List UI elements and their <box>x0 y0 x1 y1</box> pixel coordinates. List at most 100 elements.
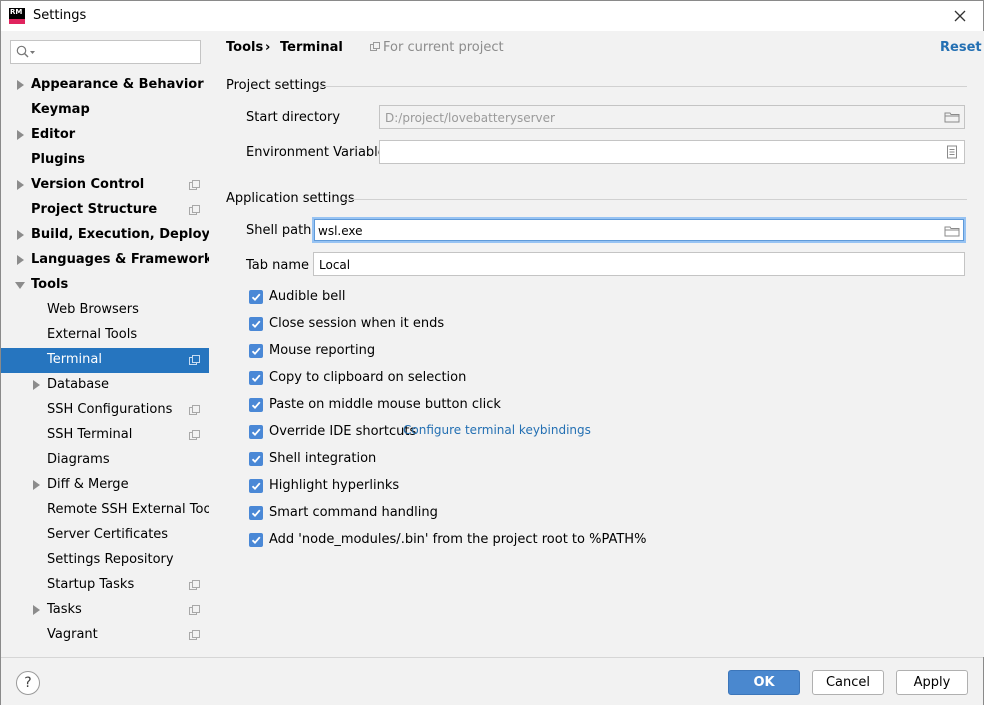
sidebar-item-keymap[interactable]: Keymap <box>1 98 209 123</box>
environment-variables-field[interactable] <box>379 140 965 164</box>
checkbox[interactable] <box>249 344 263 358</box>
tab-name-field[interactable] <box>313 252 965 276</box>
checkbox[interactable] <box>249 317 263 331</box>
project-scope-icon <box>370 42 380 52</box>
document-icon[interactable] <box>944 145 960 159</box>
checkbox[interactable] <box>249 425 263 439</box>
checkbox[interactable] <box>249 452 263 466</box>
sidebar-item-appearance-behavior[interactable]: Appearance & Behavior <box>1 73 209 98</box>
chevron-right-icon[interactable] <box>33 605 40 615</box>
sidebar-item-build-execution-deployment[interactable]: Build, Execution, Deployment <box>1 223 248 248</box>
sidebar-item-version-control[interactable]: Version Control <box>1 173 209 198</box>
chevron-right-icon[interactable] <box>17 230 24 240</box>
dialog-footer: ? OK Cancel Apply <box>1 657 983 705</box>
chevron-right-icon[interactable] <box>33 380 40 390</box>
project-scope-icon <box>189 630 200 641</box>
environment-variables-input[interactable] <box>385 144 925 161</box>
checkbox-label[interactable]: Highlight hyperlinks <box>269 478 399 493</box>
folder-icon[interactable] <box>944 110 960 124</box>
checkbox-label[interactable]: Close session when it ends <box>269 316 444 331</box>
chevron-right-icon[interactable] <box>17 180 24 190</box>
chevron-down-icon[interactable] <box>15 282 25 289</box>
shell-path-field[interactable] <box>312 217 966 243</box>
chevron-right-icon[interactable] <box>17 255 24 265</box>
cancel-button[interactable]: Cancel <box>812 670 884 695</box>
sidebar-item-diagrams[interactable]: Diagrams <box>1 448 209 473</box>
section-divider <box>342 199 967 200</box>
search-box[interactable] <box>10 40 201 64</box>
shell-path-label: Shell path <box>246 223 312 238</box>
chevron-right-icon[interactable] <box>33 480 40 490</box>
tab-name-input[interactable] <box>319 256 859 273</box>
checkbox[interactable] <box>249 290 263 304</box>
checkmark-icon <box>251 509 261 518</box>
sidebar-item-terminal[interactable]: Terminal <box>1 348 209 373</box>
ok-button[interactable]: OK <box>728 670 800 695</box>
sidebar-item-ssh-terminal[interactable]: SSH Terminal <box>1 423 209 448</box>
project-scope-icon <box>189 430 200 441</box>
sidebar-item-label: Remote SSH External Tools <box>47 502 222 517</box>
sidebar-item-tasks[interactable]: Tasks <box>1 598 209 623</box>
checkbox-row: Smart command handling <box>249 505 949 523</box>
sidebar-item-web-browsers[interactable]: Web Browsers <box>1 298 209 323</box>
sidebar-item-remote-ssh-external-tools[interactable]: Remote SSH External Tools <box>1 498 222 523</box>
checkbox[interactable] <box>249 479 263 493</box>
search-input[interactable] <box>41 43 191 61</box>
sidebar-item-label: Keymap <box>31 102 90 117</box>
app-logo-icon: RM <box>9 8 25 24</box>
checkmark-icon <box>251 374 261 383</box>
checkbox-label[interactable]: Override IDE shortcuts <box>269 424 416 439</box>
reset-link[interactable]: Reset <box>940 40 982 55</box>
sidebar-item-editor[interactable]: Editor <box>1 123 209 148</box>
help-button[interactable]: ? <box>16 671 40 695</box>
configure-keybindings-link[interactable]: Configure terminal keybindings <box>403 423 591 437</box>
chevron-right-icon[interactable] <box>17 130 24 140</box>
sidebar-item-ssh-configurations[interactable]: SSH Configurations <box>1 398 209 423</box>
sidebar-item-diff-merge[interactable]: Diff & Merge <box>1 473 209 498</box>
checkbox-label[interactable]: Add 'node_modules/.bin' from the project… <box>269 532 646 547</box>
sidebar-item-database[interactable]: Database <box>1 373 209 398</box>
checkbox-label[interactable]: Smart command handling <box>269 505 438 520</box>
environment-variables-label: Environment Variables <box>246 145 393 160</box>
sidebar-item-settings-repository[interactable]: Settings Repository <box>1 548 209 573</box>
start-directory-input[interactable] <box>385 109 925 126</box>
sidebar-item-label: Plugins <box>31 152 85 167</box>
sidebar-item-label: External Tools <box>47 327 138 342</box>
breadcrumb-current: Terminal <box>280 40 343 55</box>
sidebar-item-startup-tasks[interactable]: Startup Tasks <box>1 573 209 598</box>
folder-icon[interactable] <box>944 224 960 238</box>
checkbox[interactable] <box>249 398 263 412</box>
sidebar-item-plugins[interactable]: Plugins <box>1 148 209 173</box>
checkbox-row: Audible bell <box>249 289 949 307</box>
breadcrumb-parent[interactable]: Tools <box>226 40 263 55</box>
checkbox-label[interactable]: Copy to clipboard on selection <box>269 370 466 385</box>
chevron-right-icon[interactable] <box>17 80 24 90</box>
sidebar-item-label: Editor <box>31 127 76 142</box>
breadcrumb-separator: › <box>265 40 271 55</box>
shell-path-input[interactable] <box>318 222 858 239</box>
start-directory-field[interactable] <box>379 105 965 129</box>
sidebar-item-vagrant[interactable]: Vagrant <box>1 623 209 648</box>
sidebar-item-external-tools[interactable]: External Tools <box>1 323 209 348</box>
close-icon[interactable] <box>948 4 972 28</box>
checkbox[interactable] <box>249 506 263 520</box>
sidebar-item-server-certificates[interactable]: Server Certificates <box>1 523 209 548</box>
sidebar-item-label: Web Browsers <box>47 302 139 317</box>
sidebar-item-label: Settings Repository <box>47 552 174 567</box>
sidebar-item-label: SSH Configurations <box>47 402 173 417</box>
checkmark-icon <box>251 536 261 545</box>
checkbox[interactable] <box>249 533 263 547</box>
sidebar-item-languages-frameworks[interactable]: Languages & Frameworks <box>1 248 220 273</box>
window-title: Settings <box>33 8 87 23</box>
project-scope-icon <box>189 605 200 616</box>
checkbox-label[interactable]: Shell integration <box>269 451 376 466</box>
checkbox-row: Highlight hyperlinks <box>249 478 949 496</box>
checkbox[interactable] <box>249 371 263 385</box>
sidebar-item-label: Server Certificates <box>47 527 169 542</box>
sidebar-item-tools[interactable]: Tools <box>1 273 209 298</box>
checkbox-label[interactable]: Paste on middle mouse button click <box>269 397 501 412</box>
apply-button[interactable]: Apply <box>896 670 968 695</box>
sidebar-item-project-structure[interactable]: Project Structure <box>1 198 209 223</box>
checkbox-label[interactable]: Mouse reporting <box>269 343 375 358</box>
checkbox-label[interactable]: Audible bell <box>269 289 345 304</box>
